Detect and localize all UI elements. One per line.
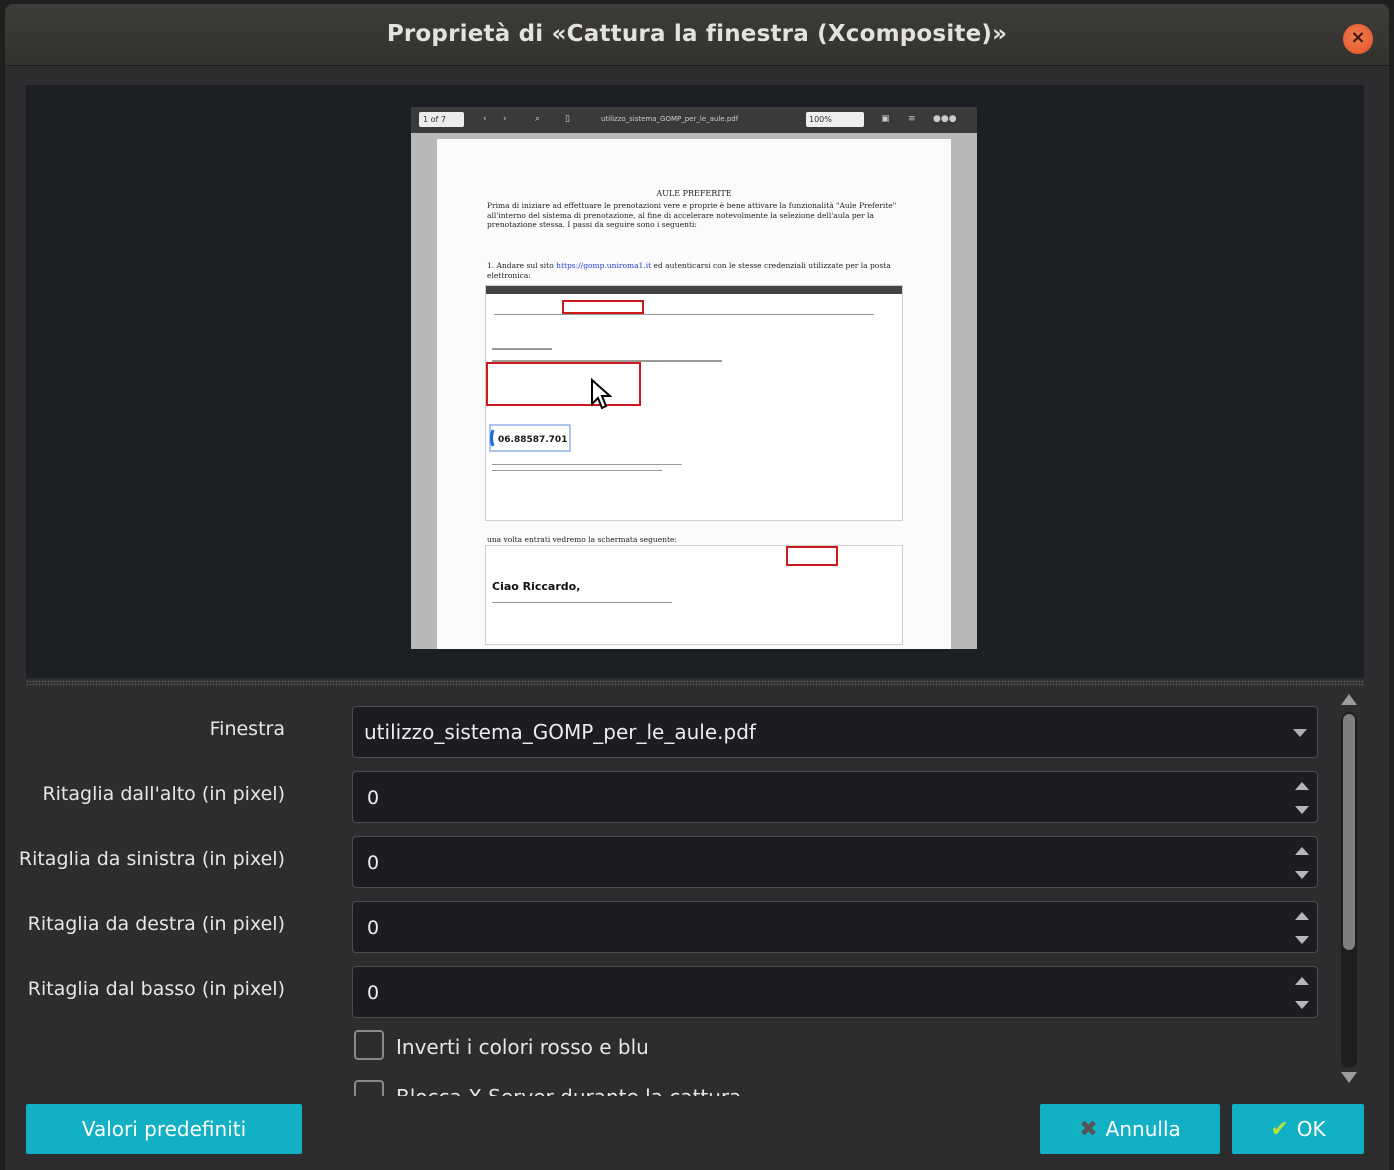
crop-top-spinbox[interactable]: 0 [352, 771, 1318, 823]
cancel-button[interactable]: ✖ Annulla [1040, 1104, 1220, 1154]
crop-top-value: 0 [367, 787, 380, 809]
ok-button-label: OK [1296, 1117, 1326, 1141]
spin-up-icon[interactable] [1295, 977, 1309, 985]
embedded-text-line [492, 470, 662, 471]
title-bar[interactable]: Proprietà di «Cattura la finestra (Xcomp… [5, 4, 1389, 66]
spin-down-icon[interactable] [1295, 806, 1309, 814]
doc-step1-prefix: 1. Andare sul sito [487, 261, 554, 270]
window-label: Finestra [209, 718, 285, 740]
crop-bottom-value: 0 [367, 982, 380, 1004]
window-title: Proprietà di «Cattura la finestra (Xcomp… [386, 21, 1008, 47]
print-icon: ▣ [881, 114, 890, 124]
crop-right-label: Ritaglia da destra (in pixel) [27, 913, 285, 935]
cancel-icon: ✖ [1079, 1116, 1098, 1142]
embedded-text-line [492, 464, 682, 465]
highlight-menu-box [786, 546, 838, 566]
page-indicator: 1 of 7 [419, 112, 464, 127]
doc-heading: AULE PREFERITE [656, 189, 732, 198]
helpdesk-phone: 06.88587.701 [498, 435, 568, 445]
doc-step2: una volta entrati vedremo la schermata s… [487, 535, 677, 544]
crop-left-label: Ritaglia da sinistra (in pixel) [18, 848, 285, 870]
bookmark-icon: ▯ [565, 114, 570, 124]
zoom-select: 100% [806, 112, 864, 127]
embedded-bookmarks-line [494, 314, 874, 315]
crop-left-spinbox[interactable]: 0 [352, 836, 1318, 888]
crop-bottom-spinbox[interactable]: 0 [352, 966, 1318, 1018]
crop-right-spinbox[interactable]: 0 [352, 901, 1318, 953]
pdf-filename: utilizzo_sistema_GOMP_per_le_aule.pdf [601, 115, 739, 123]
doc-intro: Prima di iniziare ad effettuare le preno… [487, 201, 897, 229]
mouse-cursor-icon [591, 378, 612, 410]
highlight-login-box [486, 362, 641, 406]
embedded-browser-bar [486, 286, 902, 294]
close-button[interactable]: × [1343, 24, 1373, 54]
spin-down-icon[interactable] [1295, 1001, 1309, 1009]
crop-top-label: Ritaglia dall'alto (in pixel) [42, 783, 285, 805]
crop-left-value: 0 [367, 852, 380, 874]
properties-form: Finestra utilizzo_sistema_GOMP_per_le_au… [5, 694, 1335, 1096]
lock-x-server-label[interactable]: Blocca X Server durante la cattura [396, 1085, 741, 1096]
scroll-down-icon[interactable] [1341, 1072, 1357, 1083]
preview-screenshot: 1 of 7 ‹ › ⌕ ▯ utilizzo_sistema_GOMP_per… [411, 107, 977, 649]
pdf-viewer-toolbar: 1 of 7 ‹ › ⌕ ▯ utilizzo_sistema_GOMP_per… [411, 107, 977, 133]
cancel-button-label: Annulla [1105, 1117, 1181, 1141]
close-icon: × [1350, 27, 1366, 48]
pdf-page: AULE PREFERITE Prima di iniziare ad effe… [437, 139, 951, 649]
prev-icon: ‹ [483, 114, 487, 124]
search-icon: ⌕ [535, 114, 541, 124]
crop-bottom-label: Ritaglia dal basso (in pixel) [27, 978, 285, 1000]
ok-button[interactable]: ✔ OK [1232, 1104, 1364, 1154]
swap-colors-label[interactable]: Inverti i colori rosso e blu [396, 1035, 649, 1059]
highlight-url-box [562, 300, 644, 314]
defaults-button-label: Valori predefiniti [81, 1117, 247, 1141]
capture-preview: 1 of 7 ‹ › ⌕ ▯ utilizzo_sistema_GOMP_per… [26, 85, 1364, 678]
doc-step1: 1. Andare sul sito https://gomp.uniroma1… [487, 261, 897, 280]
spin-up-icon[interactable] [1295, 782, 1309, 790]
window-select-value: utilizzo_sistema_GOMP_per_le_aule.pdf [364, 720, 756, 744]
scrollbar-thumb[interactable] [1343, 714, 1355, 950]
embedded-text-line [492, 348, 552, 350]
doc-greeting: Ciao Riccardo, [492, 580, 581, 593]
embedded-login-screenshot: 06.88587.701 [485, 285, 903, 521]
window-controls-icon: ●●● [933, 114, 957, 124]
doc-step1-link: https://gomp.uniroma1.it [556, 261, 652, 270]
scroll-up-icon[interactable] [1341, 694, 1357, 705]
spin-up-icon[interactable] [1295, 912, 1309, 920]
properties-dialog: Proprietà di «Cattura la finestra (Xcomp… [5, 4, 1389, 1170]
preview-splitter[interactable] [26, 680, 1364, 686]
window-select[interactable]: utilizzo_sistema_GOMP_per_le_aule.pdf [352, 706, 1318, 758]
swap-colors-checkbox[interactable] [354, 1030, 384, 1060]
embedded-home-screenshot: Ciao Riccardo, [485, 545, 903, 645]
spin-up-icon[interactable] [1295, 847, 1309, 855]
lock-x-server-checkbox[interactable] [354, 1080, 384, 1096]
spin-down-icon[interactable] [1295, 871, 1309, 879]
defaults-button[interactable]: Valori predefiniti [26, 1104, 302, 1154]
checkmark-icon: ✔ [1270, 1116, 1289, 1142]
embedded-text-line [492, 602, 672, 603]
next-icon: › [503, 114, 507, 124]
spin-down-icon[interactable] [1295, 936, 1309, 944]
chevron-down-icon [1293, 729, 1307, 737]
menu-icon: ≡ [908, 114, 916, 124]
crop-right-value: 0 [367, 917, 380, 939]
